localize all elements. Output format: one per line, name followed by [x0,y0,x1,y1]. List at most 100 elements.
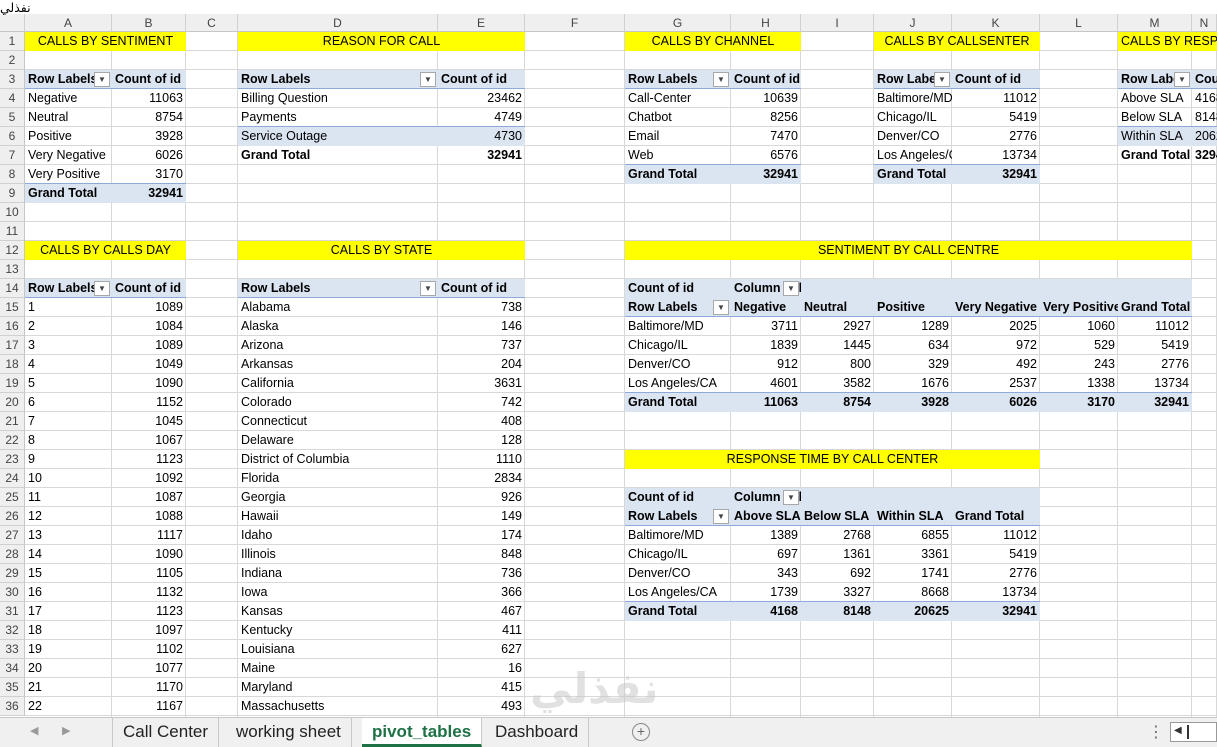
row-value[interactable]: 366 [438,583,525,602]
row-label[interactable]: Denver/CO [625,355,731,374]
grand-total-label[interactable]: Grand Total [1118,146,1192,165]
row-header-23[interactable]: 23 [0,450,25,469]
filter-dropdown-icon[interactable]: ▼ [783,281,799,296]
row-header-1[interactable]: 1 [0,32,25,51]
row-label[interactable]: 5 [25,374,112,393]
row-label[interactable]: 11 [25,488,112,507]
row-label[interactable]: Connecticut [238,412,438,431]
matrix-value[interactable]: 13734 [1118,374,1192,393]
column-header-label[interactable]: Negative [731,298,801,317]
row-label[interactable]: Email [625,127,731,146]
column-header-label[interactable]: Neutral [801,298,874,317]
grand-total-label[interactable]: Grand Total [625,165,731,184]
row-value[interactable]: 1132 [112,583,186,602]
matrix-value[interactable]: 6855 [874,526,952,545]
row-label[interactable]: Baltimore/MD [874,89,952,108]
row-label[interactable]: 19 [25,640,112,659]
column-header-label[interactable]: Grand Total [952,507,1040,526]
row-label[interactable]: Hawaii [238,507,438,526]
row-label[interactable]: Service Outage [238,127,438,146]
row-value[interactable]: 4749 [438,108,525,127]
row-header-31[interactable]: 31 [0,602,25,621]
row-label[interactable]: Arkansas [238,355,438,374]
count-header[interactable]: Count of id [112,279,186,298]
matrix-value[interactable]: 329 [874,355,952,374]
filter-dropdown-icon[interactable]: ▼ [713,300,729,315]
row-value[interactable]: 23462 [438,89,525,108]
row-value[interactable]: 149 [438,507,525,526]
row-label[interactable]: Los Angeles/CA [625,374,731,393]
row-value[interactable]: 1089 [112,336,186,355]
row-header-6[interactable]: 6 [0,127,25,146]
row-value[interactable]: 1090 [112,545,186,564]
row-label[interactable]: 21 [25,678,112,697]
matrix-value[interactable]: 243 [1040,355,1118,374]
row-value[interactable]: 926 [438,488,525,507]
matrix-value[interactable]: 697 [731,545,801,564]
column-header-label[interactable]: Very Negative [952,298,1040,317]
row-header-24[interactable]: 24 [0,469,25,488]
grand-total-value[interactable]: 32941 [952,165,1040,184]
row-label[interactable]: Kentucky [238,621,438,640]
pivot-title[interactable]: CALLS BY CHANNEL [625,32,801,51]
row-value[interactable]: 627 [438,640,525,659]
grand-total-value[interactable]: 20625 [874,602,952,621]
row-header-19[interactable]: 19 [0,374,25,393]
row-label[interactable]: Payments [238,108,438,127]
row-value[interactable]: 204 [438,355,525,374]
row-value[interactable]: 3928 [112,127,186,146]
matrix-value[interactable]: 1389 [731,526,801,545]
row-label[interactable]: 18 [25,621,112,640]
grand-total-label[interactable]: Grand Total [238,146,438,165]
row-label[interactable]: Idaho [238,526,438,545]
row-value[interactable]: 1110 [438,450,525,469]
row-header-30[interactable]: 30 [0,583,25,602]
select-all-corner[interactable] [0,14,25,32]
pivot-title[interactable]: CALLS BY RESPONSE TIME [1118,32,1217,51]
matrix-value[interactable]: 2927 [801,317,874,336]
row-label[interactable]: 2 [25,317,112,336]
row-label[interactable]: Baltimore/MD [625,526,731,545]
filter-dropdown-icon[interactable]: ▼ [934,72,950,87]
row-value[interactable]: 3631 [438,374,525,393]
matrix-value[interactable]: 3327 [801,583,874,602]
row-label[interactable]: Indiana [238,564,438,583]
row-label[interactable]: Baltimore/MD [625,317,731,336]
row-value[interactable]: 1087 [112,488,186,507]
grand-total-label[interactable]: Grand Total [625,393,731,412]
row-header-22[interactable]: 22 [0,431,25,450]
row-header-17[interactable]: 17 [0,336,25,355]
row-header-20[interactable]: 20 [0,393,25,412]
row-header-29[interactable]: 29 [0,564,25,583]
row-label[interactable]: 1 [25,298,112,317]
grand-total-value[interactable]: 32941 [731,165,801,184]
column-header-m[interactable]: M [1118,14,1192,32]
row-label[interactable]: 4 [25,355,112,374]
grand-total-value[interactable]: 3170 [1040,393,1118,412]
row-value[interactable]: 11063 [112,89,186,108]
matrix-value[interactable]: 2768 [801,526,874,545]
row-value[interactable]: 4730 [438,127,525,146]
grand-total-value[interactable]: 32941 [112,184,186,203]
matrix-value[interactable]: 4601 [731,374,801,393]
row-label[interactable]: 3 [25,336,112,355]
row-value[interactable]: 1097 [112,621,186,640]
row-label[interactable]: Very Positive [25,165,112,184]
row-value[interactable]: 11012 [952,89,1040,108]
matrix-value[interactable]: 5419 [952,545,1040,564]
row-value[interactable]: 1084 [112,317,186,336]
row-label[interactable]: Chicago/IL [625,336,731,355]
row-value[interactable]: 174 [438,526,525,545]
matrix-value[interactable]: 2025 [952,317,1040,336]
row-label[interactable]: Maryland [238,678,438,697]
row-label[interactable]: Arizona [238,336,438,355]
matrix-value[interactable]: 8668 [874,583,952,602]
row-label[interactable]: 9 [25,450,112,469]
row-label[interactable]: Chicago/IL [625,545,731,564]
row-header-32[interactable]: 32 [0,621,25,640]
tab-pivot-tables[interactable]: pivot_tables [362,718,483,747]
row-header-9[interactable]: 9 [0,184,25,203]
row-value[interactable]: 1123 [112,450,186,469]
count-header[interactable]: Count of id [952,70,1040,89]
row-value[interactable]: 737 [438,336,525,355]
